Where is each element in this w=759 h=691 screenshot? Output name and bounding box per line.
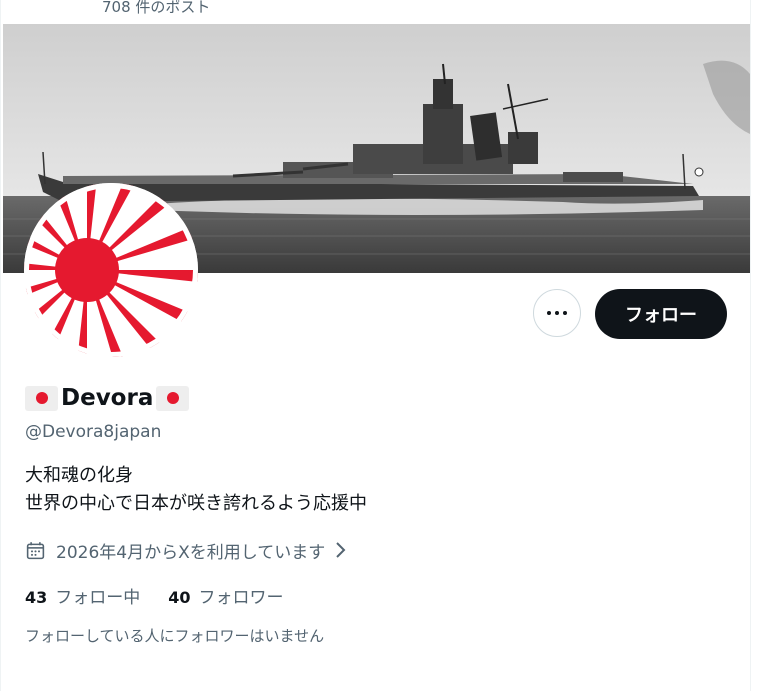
rising-sun-flag-icon — [24, 183, 198, 357]
post-count: 708 件のポスト — [102, 0, 211, 16]
chevron-right-icon — [336, 542, 346, 558]
following-link[interactable]: 43 フォロー中 — [25, 587, 140, 609]
profile-bio: 大和魂の化身 世界の中心で日本が咲き誇れるよう応援中 — [25, 462, 367, 518]
display-name-text: Devora — [61, 385, 154, 411]
japan-flag-icon — [156, 385, 190, 411]
column-border-left — [0, 0, 1, 691]
column-border-right — [750, 0, 751, 691]
profile-avatar[interactable] — [24, 183, 198, 357]
bio-line: 世界の中心で日本が咲き誇れるよう応援中 — [25, 493, 367, 514]
following-label: フォロー中 — [55, 588, 141, 608]
followers-label: フォロワー — [198, 588, 284, 608]
follow-stats: 43 フォロー中 40 フォロワー — [25, 587, 284, 609]
more-dots-icon — [547, 311, 567, 315]
profile-page: 708 件のポスト フォロー Devora @Devora8japan 大和魂の… — [0, 0, 759, 691]
follow-button[interactable]: フォロー — [595, 289, 727, 339]
followers-count: 40 — [168, 588, 191, 607]
japan-flag-icon — [25, 385, 58, 411]
joined-text: 2026年4月からXを利用しています — [56, 542, 326, 563]
calendar-icon — [26, 541, 45, 559]
followers-link[interactable]: 40 フォロワー — [168, 587, 283, 609]
bio-line: 大和魂の化身 — [25, 465, 133, 486]
more-options-button[interactable] — [533, 289, 581, 337]
following-count: 43 — [25, 588, 48, 607]
display-name: Devora — [25, 382, 190, 414]
joined-date[interactable]: 2026年4月からXを利用しています — [25, 537, 347, 563]
user-handle: @Devora8japan — [25, 422, 162, 442]
mutual-followers-note: フォローしている人にフォロワーはいません — [25, 627, 325, 645]
